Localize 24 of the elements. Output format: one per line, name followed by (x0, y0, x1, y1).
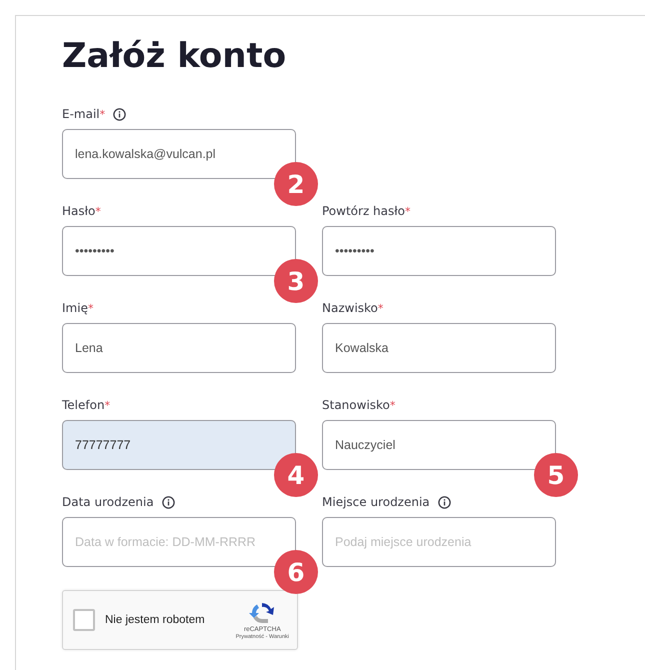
field-label: Nazwisko* (322, 300, 384, 318)
input-field[interactable]: ••••••••• (322, 226, 556, 276)
info-icon[interactable] (438, 496, 451, 509)
callout-number: 6 (274, 550, 318, 594)
callout-number: 3 (274, 259, 318, 304)
field-label: Powtórz hasło* (322, 203, 411, 220)
page-title: Załóż konto (62, 38, 286, 76)
field-label: Stanowisko* (322, 397, 396, 414)
input-field[interactable]: Podaj miejsce urodzenia (322, 517, 556, 568)
field-label: E-mail* (62, 106, 106, 124)
callout-number: 5 (534, 453, 578, 498)
field-label: Data urodzenia (62, 494, 154, 512)
info-icon[interactable] (162, 496, 175, 509)
input-field[interactable]: Kowalska (322, 323, 556, 374)
captcha-label: Nie jestem robotem (105, 612, 206, 628)
field-label: Hasło* (62, 203, 101, 220)
info-icon[interactable] (113, 108, 126, 121)
callout-number: 4 (274, 453, 318, 498)
captcha-checkbox[interactable] (73, 609, 95, 632)
input-field[interactable]: Lena (62, 323, 296, 374)
callout-number: 2 (274, 162, 318, 206)
field-label: Telefon* (62, 397, 110, 414)
field-label: Miejsce urodzenia (322, 494, 430, 512)
field-label: Imię* (62, 300, 94, 318)
